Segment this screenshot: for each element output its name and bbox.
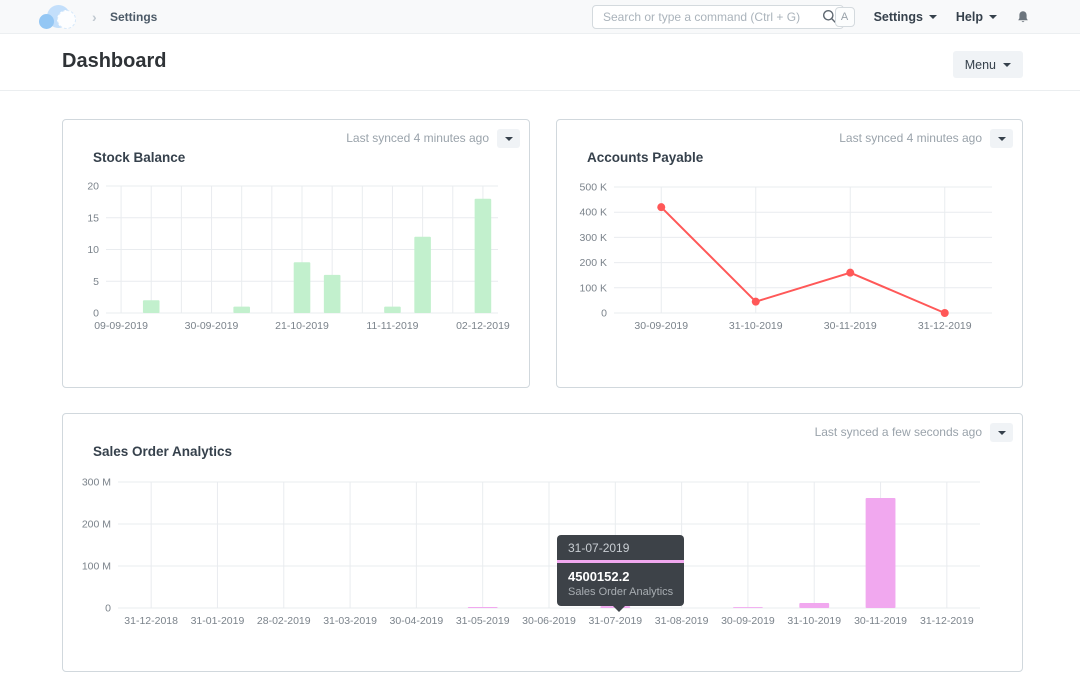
svg-text:30-09-2019: 30-09-2019 (185, 320, 239, 332)
user-avatar[interactable]: A (834, 7, 855, 27)
sync-status: Last synced 4 minutes ago (346, 131, 489, 145)
chart-title: Stock Balance (93, 150, 186, 165)
card-stock-balance: Last synced 4 minutes ago Stock Balance … (62, 119, 530, 388)
tooltip-caret (613, 606, 625, 612)
svg-text:0: 0 (601, 308, 607, 320)
svg-text:300 M: 300 M (82, 477, 111, 489)
svg-text:28-02-2019: 28-02-2019 (257, 615, 311, 627)
tooltip-label: Sales Order Analytics (568, 586, 674, 598)
svg-text:100 K: 100 K (580, 282, 607, 294)
stock-balance-chart[interactable]: 0 5 10 15 20 09-09-2019 30-09-2019 21-10-2019 11… (78, 176, 518, 341)
svg-text:31-03-2019: 31-03-2019 (323, 615, 377, 627)
svg-text:200 K: 200 K (580, 257, 607, 269)
page-head: Dashboard Menu (0, 34, 1080, 91)
card-dropdown-button[interactable] (990, 129, 1013, 148)
svg-text:31-05-2019: 31-05-2019 (456, 615, 510, 627)
svg-text:30-09-2019: 30-09-2019 (721, 615, 775, 627)
chevron-down-icon (928, 15, 937, 19)
sync-status: Last synced 4 minutes ago (839, 131, 982, 145)
svg-text:200 M: 200 M (82, 519, 111, 531)
settings-menu-label: Settings (873, 10, 923, 24)
svg-text:10: 10 (87, 244, 99, 256)
svg-text:09-09-2019: 09-09-2019 (94, 320, 148, 332)
chart-title: Accounts Payable (587, 150, 704, 165)
breadcrumb[interactable]: Settings (110, 10, 157, 24)
tooltip-date: 31-07-2019 (557, 535, 685, 563)
svg-text:15: 15 (87, 212, 99, 224)
card-sales-order-analytics: Last synced a few seconds ago Sales Orde… (62, 413, 1023, 672)
svg-text:100 M: 100 M (82, 561, 111, 573)
svg-text:0: 0 (105, 603, 111, 615)
svg-text:02-12-2019: 02-12-2019 (456, 320, 510, 332)
chart-tooltip: 31-07-2019 4500152.2 Sales Order Analyti… (557, 535, 685, 612)
global-search (592, 5, 844, 29)
bell-icon[interactable] (1016, 10, 1030, 25)
top-navbar: › Settings A Settings Help (0, 0, 1080, 34)
tooltip-value: 4500152.2 (568, 569, 630, 584)
svg-text:21-10-2019: 21-10-2019 (275, 320, 329, 332)
card-dropdown-button[interactable] (497, 129, 520, 148)
svg-text:31-12-2019: 31-12-2019 (920, 615, 974, 627)
chevron-down-icon (989, 15, 997, 19)
svg-text:30-11-2019: 30-11-2019 (824, 320, 877, 332)
svg-text:31-10-2019: 31-10-2019 (729, 320, 783, 332)
menu-button-label: Menu (964, 57, 996, 72)
chevron-down-icon (997, 430, 1006, 435)
card-dropdown-button[interactable] (990, 423, 1013, 442)
sales-order-analytics-chart[interactable]: 0 100 M 200 M 300 M 31-12-2018 31-01-2019 28-0… (78, 469, 1008, 634)
svg-text:31-08-2019: 31-08-2019 (655, 615, 709, 627)
search-input[interactable] (592, 5, 844, 29)
settings-menu[interactable]: Settings (874, 10, 937, 24)
chevron-down-icon (504, 136, 513, 141)
chevron-down-icon (1003, 62, 1011, 67)
sync-status: Last synced a few seconds ago (814, 425, 982, 439)
svg-text:500 K: 500 K (580, 182, 607, 194)
svg-text:31-12-2018: 31-12-2018 (124, 615, 178, 627)
navbar-right: A Settings Help (834, 0, 1030, 34)
chevron-down-icon (997, 136, 1006, 141)
svg-text:31-12-2019: 31-12-2019 (918, 320, 972, 332)
svg-text:30-06-2019: 30-06-2019 (522, 615, 576, 627)
svg-text:300 K: 300 K (580, 232, 607, 244)
svg-text:30-11-2019: 30-11-2019 (854, 615, 907, 627)
chart-title: Sales Order Analytics (93, 444, 233, 459)
help-menu-label: Help (955, 10, 983, 24)
page-title: Dashboard (62, 50, 167, 72)
card-accounts-payable: Last synced 4 minutes ago Accounts Payab… (556, 119, 1023, 388)
menu-button[interactable]: Menu (952, 51, 1023, 78)
svg-text:31-10-2019: 31-10-2019 (787, 615, 841, 627)
svg-text:20: 20 (87, 181, 99, 193)
help-menu[interactable]: Help (956, 10, 997, 24)
svg-text:31-07-2019: 31-07-2019 (588, 615, 642, 627)
svg-text:0: 0 (93, 308, 99, 320)
svg-text:30-09-2019: 30-09-2019 (634, 320, 688, 332)
svg-text:30-04-2019: 30-04-2019 (390, 615, 444, 627)
svg-text:11-11-2019: 11-11-2019 (366, 320, 418, 332)
svg-text:31-01-2019: 31-01-2019 (191, 615, 245, 627)
app-logo[interactable] (38, 3, 80, 31)
svg-text:5: 5 (93, 276, 99, 288)
accounts-payable-chart[interactable]: 0 100 K 200 K 300 K 400 K 500 K 30-09-2019 31-1… (572, 176, 1012, 341)
chevron-right-icon: › (92, 9, 97, 25)
svg-text:400 K: 400 K (580, 207, 607, 219)
